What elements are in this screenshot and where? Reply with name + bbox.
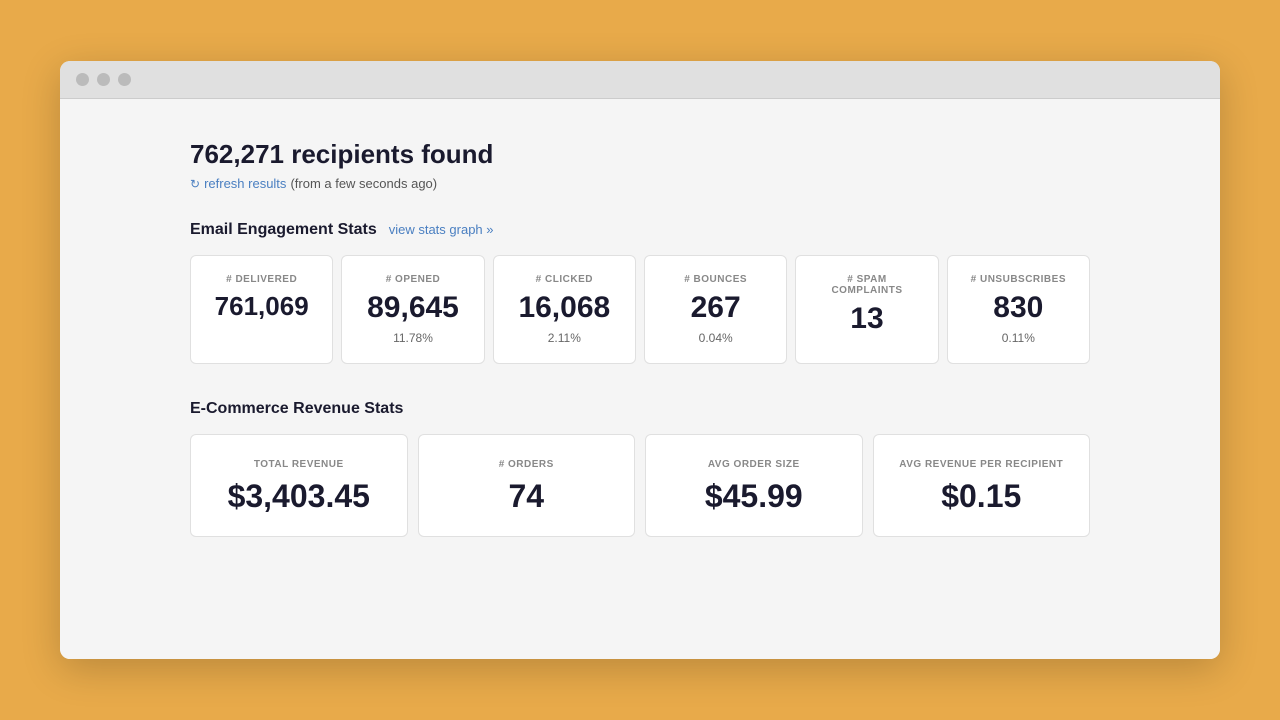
email-section-header: Email Engagement Stats view stats graph … bbox=[190, 221, 1090, 239]
stat-value-clicked: 16,068 bbox=[518, 293, 610, 323]
revenue-card-avg-revenue: AVG REVENUE PER RECIPIENT $0.15 bbox=[873, 434, 1091, 537]
stat-label-unsubscribes: # UNSUBSCRIBES bbox=[971, 274, 1066, 285]
browser-minimize-button[interactable] bbox=[97, 73, 110, 86]
revenue-value-total: $3,403.45 bbox=[228, 480, 370, 512]
revenue-label-avg-revenue: AVG REVENUE PER RECIPIENT bbox=[899, 459, 1063, 470]
stat-value-opened: 89,645 bbox=[367, 293, 459, 323]
revenue-value-orders: 74 bbox=[508, 480, 544, 512]
refresh-label: refresh results bbox=[204, 176, 286, 191]
stat-card-delivered: # DELIVERED 761,069 bbox=[190, 255, 333, 364]
revenue-card-orders: # ORDERS 74 bbox=[418, 434, 636, 537]
revenue-label-avg-order: AVG ORDER SIZE bbox=[708, 459, 800, 470]
stat-label-delivered: # DELIVERED bbox=[226, 274, 297, 285]
revenue-value-avg-order: $45.99 bbox=[705, 480, 803, 512]
email-section-title: Email Engagement Stats bbox=[190, 221, 377, 239]
stat-card-opened: # OPENED 89,645 11.78% bbox=[341, 255, 484, 364]
stat-card-spam: # SPAM COMPLAINTS 13 bbox=[795, 255, 938, 364]
browser-close-button[interactable] bbox=[76, 73, 89, 86]
stat-label-opened: # OPENED bbox=[386, 274, 441, 285]
stat-label-bounces: # BOUNCES bbox=[684, 274, 747, 285]
revenue-section-title: E-Commerce Revenue Stats bbox=[190, 400, 403, 418]
stat-card-bounces: # BOUNCES 267 0.04% bbox=[644, 255, 787, 364]
revenue-card-avg-order: AVG ORDER SIZE $45.99 bbox=[645, 434, 863, 537]
revenue-card-total: TOTAL REVENUE $3,403.45 bbox=[190, 434, 408, 537]
stat-label-spam: # SPAM COMPLAINTS bbox=[810, 274, 923, 296]
stat-value-bounces: 267 bbox=[691, 293, 741, 323]
stat-card-clicked: # CLICKED 16,068 2.11% bbox=[493, 255, 636, 364]
browser-maximize-button[interactable] bbox=[118, 73, 131, 86]
refresh-time: (from a few seconds ago) bbox=[290, 176, 437, 191]
browser-window: 762,271 recipients found ↻ refresh resul… bbox=[60, 61, 1220, 659]
stat-value-delivered: 761,069 bbox=[215, 293, 309, 319]
browser-content: 762,271 recipients found ↻ refresh resul… bbox=[60, 99, 1220, 659]
stat-percent-clicked: 2.11% bbox=[548, 331, 581, 345]
refresh-link[interactable]: ↻ refresh results bbox=[190, 176, 286, 191]
stat-percent-unsubscribes: 0.11% bbox=[1002, 331, 1035, 345]
revenue-label-total: TOTAL REVENUE bbox=[254, 459, 344, 470]
email-stats-grid: # DELIVERED 761,069 # OPENED 89,645 11.7… bbox=[190, 255, 1090, 364]
stat-card-unsubscribes: # UNSUBSCRIBES 830 0.11% bbox=[947, 255, 1090, 364]
stat-label-clicked: # CLICKED bbox=[536, 274, 593, 285]
stat-value-spam: 13 bbox=[850, 304, 883, 334]
refresh-icon: ↻ bbox=[190, 177, 200, 191]
refresh-row: ↻ refresh results (from a few seconds ag… bbox=[190, 176, 1090, 191]
revenue-section-header: E-Commerce Revenue Stats bbox=[190, 400, 1090, 418]
stat-percent-opened: 11.78% bbox=[393, 331, 433, 345]
revenue-value-avg-revenue: $0.15 bbox=[941, 480, 1021, 512]
recipients-title: 762,271 recipients found bbox=[190, 139, 1090, 170]
stat-value-unsubscribes: 830 bbox=[993, 293, 1043, 323]
view-stats-link[interactable]: view stats graph » bbox=[389, 222, 494, 237]
revenue-label-orders: # ORDERS bbox=[499, 459, 554, 470]
revenue-stats-grid: TOTAL REVENUE $3,403.45 # ORDERS 74 AVG … bbox=[190, 434, 1090, 537]
browser-titlebar bbox=[60, 61, 1220, 99]
stat-percent-bounces: 0.04% bbox=[699, 331, 733, 345]
